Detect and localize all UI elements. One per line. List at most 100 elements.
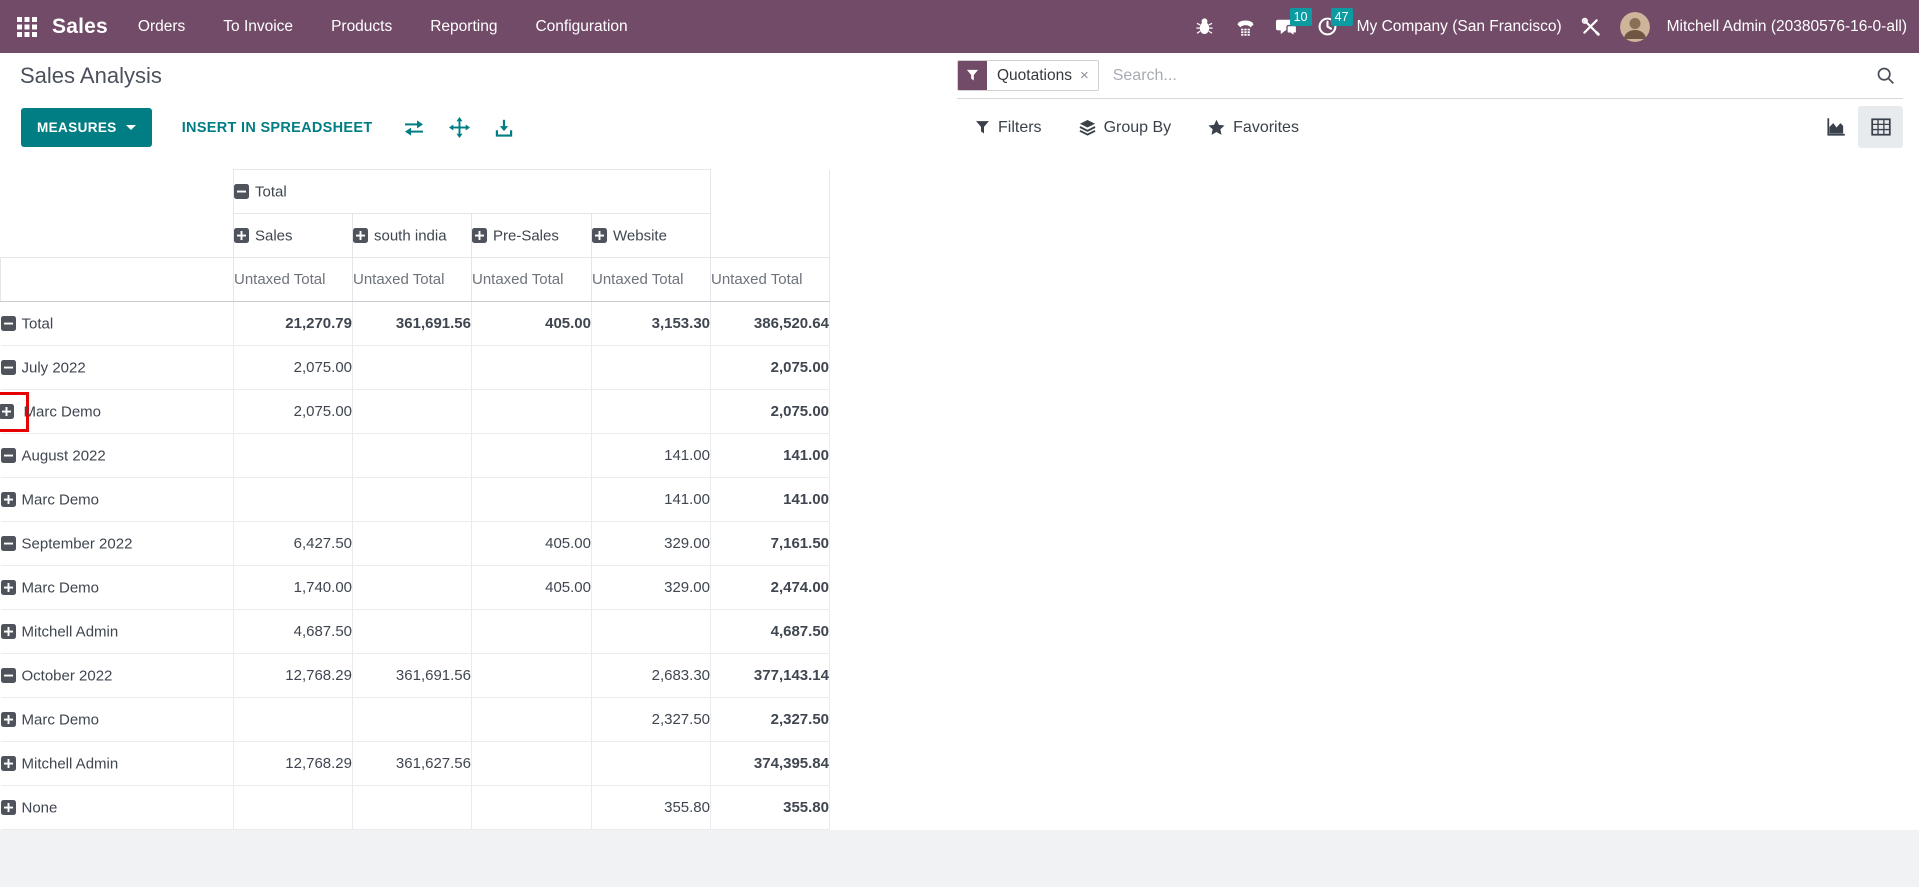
search-facet-quotations[interactable]: Quotations × [957,60,1099,91]
pivot-row-header[interactable]: Mitchell Admin [0,741,234,786]
pivot-value-cell[interactable] [352,609,472,654]
expand-row-icon[interactable] [0,712,16,728]
pivot-value-cell[interactable] [471,389,592,434]
pivot-value-cell[interactable]: 141.00 [710,477,830,522]
insert-in-spreadsheet-button[interactable]: INSERT IN SPREADSHEET [176,119,379,137]
column-group-sales[interactable]: Sales [233,213,353,258]
expand-column-icon[interactable] [472,228,487,244]
pivot-value-cell[interactable] [471,697,592,742]
search-bar[interactable]: Quotations × [957,53,1903,99]
pivot-value-cell[interactable]: 6,427.50 [233,521,353,566]
expand-row-icon[interactable] [0,624,16,640]
pivot-value-cell[interactable]: 4,687.50 [233,609,353,654]
expand-row-icon[interactable] [0,800,16,816]
bug-icon[interactable] [1193,15,1217,39]
nav-menu-reporting[interactable]: Reporting [430,18,497,36]
column-group-website[interactable]: Website [591,213,711,258]
expand-row-icon[interactable] [0,580,16,596]
column-group-south-india[interactable]: south india [352,213,472,258]
pivot-value-cell[interactable] [352,697,472,742]
pivot-value-cell[interactable] [352,345,472,390]
company-switcher[interactable]: My Company (San Francisco) [1357,18,1562,36]
collapse-row-icon[interactable] [0,360,16,376]
apps-grid-icon[interactable] [14,14,40,40]
pivot-value-cell[interactable] [233,785,353,830]
avatar[interactable] [1619,11,1650,42]
pivot-view-button[interactable] [1858,106,1903,148]
chat-icon[interactable]: 10 [1275,7,1312,39]
user-menu[interactable]: Mitchell Admin (20380576-16-0-all) [1667,18,1907,36]
expand-all-icon[interactable] [448,117,470,138]
collapse-row-icon[interactable] [0,668,16,684]
activity-clock-icon[interactable]: 47 [1316,7,1353,39]
pivot-value-cell[interactable] [471,785,592,830]
pivot-row-header[interactable]: August 2022 [0,433,234,478]
pivot-value-cell[interactable]: 361,691.56 [352,301,472,346]
pivot-value-cell[interactable]: 3,153.30 [591,301,711,346]
pivot-value-cell[interactable]: 329.00 [591,521,711,566]
pivot-row-header[interactable]: Marc Demo [0,477,234,522]
pivot-value-cell[interactable]: 141.00 [591,433,711,478]
favorites-button[interactable]: Favorites [1208,119,1299,137]
pivot-value-cell[interactable]: 4,687.50 [710,609,830,654]
pivot-value-cell[interactable] [471,345,592,390]
pivot-value-cell[interactable]: 355.80 [591,785,711,830]
flip-axis-icon[interactable] [403,117,425,139]
collapse-column-icon[interactable] [234,184,249,200]
pivot-row-header[interactable]: Total [0,301,234,346]
pivot-value-cell[interactable]: 355.80 [710,785,830,830]
pivot-value-cell[interactable]: 405.00 [471,301,592,346]
pivot-value-cell[interactable] [471,477,592,522]
pivot-value-cell[interactable]: 7,161.50 [710,521,830,566]
pivot-value-cell[interactable]: 2,075.00 [710,389,830,434]
app-name[interactable]: Sales [52,15,108,39]
phone-icon[interactable] [1234,15,1258,39]
search-input[interactable] [1098,65,1875,86]
nav-menu-to-invoice[interactable]: To Invoice [223,18,293,36]
download-icon[interactable] [494,118,514,138]
pivot-value-cell[interactable]: 2,075.00 [233,345,353,390]
nav-menu-configuration[interactable]: Configuration [535,18,627,36]
pivot-row-header[interactable]: Marc Demo [0,697,234,742]
magnifier-icon[interactable] [1875,65,1897,87]
expand-column-icon[interactable] [353,228,368,244]
pivot-row-header[interactable]: None [0,785,234,830]
pivot-value-cell[interactable]: 386,520.64 [710,301,830,346]
group-by-button[interactable]: Group By [1079,119,1171,137]
facet-close-icon[interactable]: × [1080,67,1089,84]
pivot-value-cell[interactable]: 2,683.30 [591,653,711,698]
pivot-row-header[interactable]: October 2022 [0,653,234,698]
pivot-value-cell[interactable]: 1,740.00 [233,565,353,610]
column-group-pre-sales[interactable]: Pre-Sales [471,213,592,258]
pivot-value-cell[interactable]: 2,075.00 [233,389,353,434]
pivot-value-cell[interactable]: 12,768.29 [233,741,353,786]
pivot-value-cell[interactable]: 141.00 [710,433,830,478]
pivot-value-cell[interactable] [471,741,592,786]
pivot-value-cell[interactable]: 377,143.14 [710,653,830,698]
pivot-value-cell[interactable] [352,477,472,522]
pivot-value-cell[interactable] [352,565,472,610]
expand-column-icon[interactable] [592,228,607,244]
pivot-value-cell[interactable] [352,521,472,566]
pivot-value-cell[interactable]: 374,395.84 [710,741,830,786]
expand-column-icon[interactable] [234,228,249,244]
tools-icon[interactable] [1579,15,1603,39]
measure-header[interactable]: Untaxed Total [471,257,592,302]
nav-menu-products[interactable]: Products [331,18,392,36]
measure-header[interactable]: Untaxed Total [233,257,353,302]
pivot-value-cell[interactable]: 21,270.79 [233,301,353,346]
pivot-row-header[interactable]: September 2022 [0,521,234,566]
pivot-row-header[interactable]: Marc Demo [0,389,234,434]
collapse-row-icon[interactable] [0,316,16,332]
pivot-value-cell[interactable]: 329.00 [591,565,711,610]
collapse-row-icon[interactable] [0,448,16,464]
pivot-value-cell[interactable] [233,433,353,478]
pivot-value-cell[interactable] [591,389,711,434]
pivot-value-cell[interactable]: 2,474.00 [710,565,830,610]
pivot-value-cell[interactable] [591,609,711,654]
pivot-row-header[interactable]: Mitchell Admin [0,609,234,654]
pivot-value-cell[interactable] [471,609,592,654]
pivot-value-cell[interactable] [471,433,592,478]
expand-row-icon[interactable] [0,756,16,772]
pivot-value-cell[interactable]: 405.00 [471,521,592,566]
